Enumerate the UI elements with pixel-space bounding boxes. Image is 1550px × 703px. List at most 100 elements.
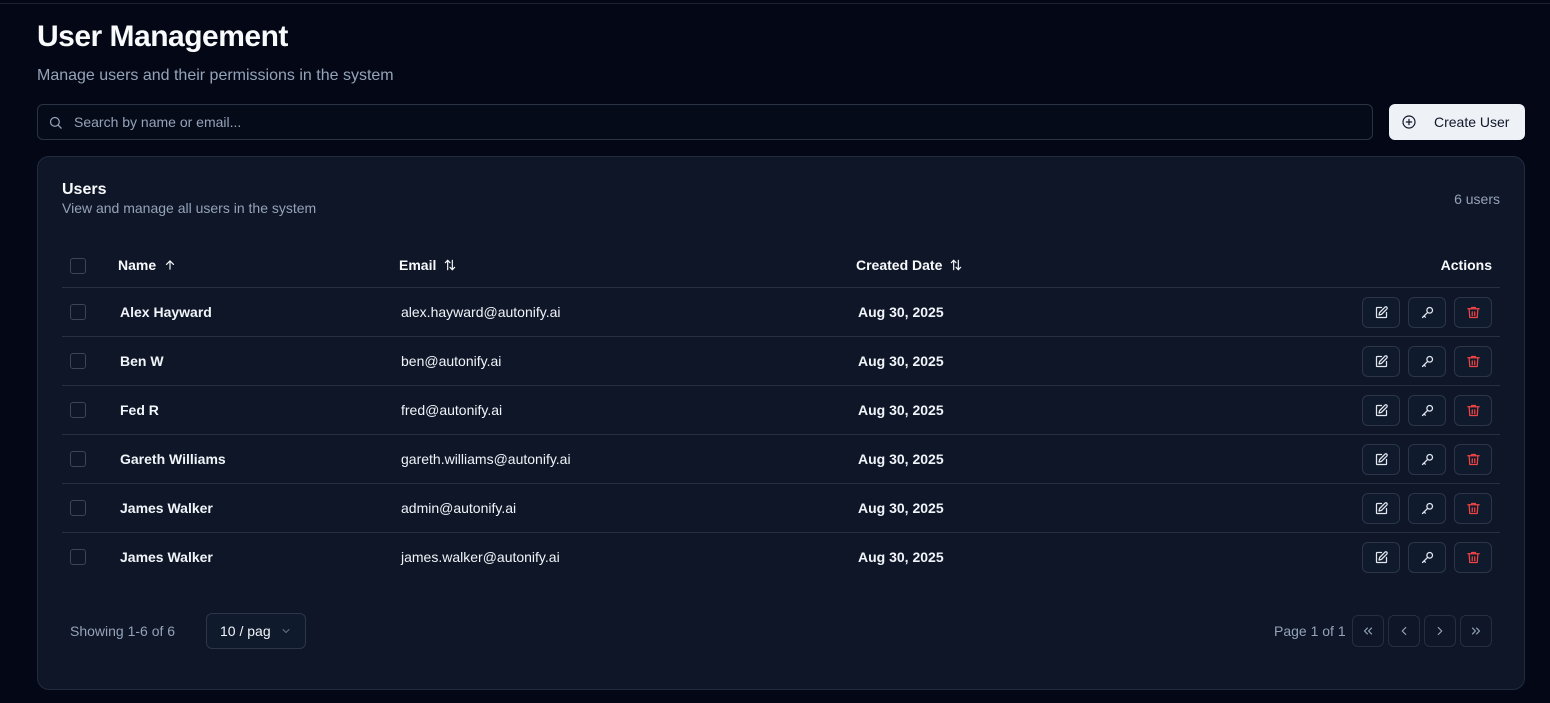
- row-checkbox[interactable]: [70, 549, 86, 565]
- last-page-button[interactable]: [1460, 615, 1492, 647]
- pagination: [1352, 615, 1492, 647]
- key-icon: [1421, 453, 1433, 466]
- row-checkbox[interactable]: [70, 402, 86, 418]
- row-actions: [1362, 297, 1492, 328]
- chevrons-left-icon: [1363, 627, 1373, 635]
- user-email: alex.hayward@autonify.ai: [401, 304, 561, 320]
- row-actions: [1362, 493, 1492, 524]
- page-size-select[interactable]: 10 / page: [206, 613, 306, 649]
- user-created-date: Aug 30, 2025: [858, 402, 944, 418]
- user-email: ben@autonify.ai: [401, 353, 502, 369]
- edit-user-button[interactable]: [1362, 346, 1400, 377]
- row-checkbox[interactable]: [70, 353, 86, 369]
- next-page-button[interactable]: [1424, 615, 1456, 647]
- reset-password-button[interactable]: [1408, 444, 1446, 475]
- delete-user-button[interactable]: [1454, 542, 1492, 573]
- create-user-button[interactable]: Create User: [1389, 104, 1525, 140]
- edit-user-button[interactable]: [1362, 444, 1400, 475]
- row-actions: [1362, 346, 1492, 377]
- showing-count: Showing 1-6 of 6: [70, 623, 176, 639]
- delete-user-button[interactable]: [1454, 346, 1492, 377]
- trash-icon: [1466, 306, 1480, 319]
- trash-icon: [1466, 502, 1480, 515]
- trash-icon: [1466, 551, 1480, 564]
- user-name: Alex Hayward: [120, 304, 212, 320]
- edit-user-button[interactable]: [1362, 542, 1400, 573]
- key-icon: [1421, 502, 1433, 515]
- edit-icon: [1375, 551, 1388, 564]
- user-name: Fed R: [120, 402, 159, 418]
- table-row: Alex Hayward alex.hayward@autonify.ai Aug …: [62, 288, 1500, 337]
- user-created-date: Aug 30, 2025: [858, 451, 944, 467]
- key-icon: [1421, 306, 1433, 319]
- table-row: Gareth Williams gareth.williams@autonify.…: [62, 435, 1500, 484]
- search-input[interactable]: [74, 114, 1372, 130]
- trash-icon: [1466, 355, 1480, 368]
- user-email: admin@autonify.ai: [401, 500, 517, 516]
- user-count: 6 users: [1454, 191, 1500, 207]
- delete-user-button[interactable]: [1454, 395, 1492, 426]
- first-page-button[interactable]: [1352, 615, 1384, 647]
- edit-user-button[interactable]: [1362, 297, 1400, 328]
- user-name: Ben W: [120, 353, 164, 369]
- chevron-left-icon: [1401, 626, 1407, 636]
- select-all-checkbox[interactable]: [70, 258, 86, 274]
- chevron-down-icon: [282, 629, 290, 633]
- user-name: James Walker: [120, 549, 213, 565]
- user-email: james.walker@autonify.ai: [401, 549, 560, 565]
- key-icon: [1421, 404, 1433, 417]
- create-user-label: Create User: [1434, 114, 1510, 130]
- row-checkbox[interactable]: [70, 451, 86, 467]
- row-checkbox[interactable]: [70, 500, 86, 516]
- page-info: Page 1 of 1: [1274, 623, 1346, 639]
- trash-icon: [1466, 404, 1480, 417]
- column-created-label: Created Date: [856, 257, 943, 273]
- edit-user-button[interactable]: [1362, 395, 1400, 426]
- page-subtitle: Manage users and their permissions in th…: [37, 67, 394, 84]
- sort-toggle-icon: [445, 259, 456, 271]
- search-box[interactable]: [37, 104, 1373, 140]
- edit-icon: [1375, 404, 1388, 417]
- previous-page-button[interactable]: [1388, 615, 1420, 647]
- edit-icon: [1375, 355, 1388, 368]
- row-actions: [1362, 542, 1492, 573]
- row-checkbox[interactable]: [70, 304, 86, 320]
- user-email: fred@autonify.ai: [401, 402, 503, 418]
- reset-password-button[interactable]: [1408, 395, 1446, 426]
- reset-password-button[interactable]: [1408, 542, 1446, 573]
- user-created-date: Aug 30, 2025: [858, 500, 944, 516]
- card-description: View and manage all users in the system: [62, 200, 317, 216]
- card-title: Users: [62, 181, 107, 198]
- user-created-date: Aug 30, 2025: [858, 549, 944, 565]
- sort-ascending-icon: [166, 260, 175, 270]
- edit-icon: [1375, 502, 1388, 515]
- delete-user-button[interactable]: [1454, 297, 1492, 328]
- search-icon: [49, 116, 62, 129]
- column-email-label: Email: [399, 257, 437, 273]
- trash-icon: [1466, 453, 1480, 466]
- user-name: Gareth Williams: [120, 451, 226, 467]
- table-row: James Walker james.walker@autonify.ai Aug …: [62, 533, 1500, 582]
- reset-password-button[interactable]: [1408, 346, 1446, 377]
- row-actions: [1362, 395, 1492, 426]
- table-row: Fed R fred@autonify.ai Aug 30, 2025: [62, 386, 1500, 435]
- user-created-date: Aug 30, 2025: [858, 304, 944, 320]
- users-table: Name Email Created Date Actions Alex Hay…: [62, 243, 1500, 582]
- page-size-value: 10 / page: [220, 623, 270, 639]
- column-header-name[interactable]: Name: [118, 257, 177, 273]
- user-created-date: Aug 30, 2025: [858, 353, 944, 369]
- delete-user-button[interactable]: [1454, 444, 1492, 475]
- edit-icon: [1375, 453, 1388, 466]
- reset-password-button[interactable]: [1408, 493, 1446, 524]
- user-name: James Walker: [120, 500, 213, 516]
- column-header-created-date[interactable]: Created Date: [856, 257, 963, 273]
- reset-password-button[interactable]: [1408, 297, 1446, 328]
- edit-user-button[interactable]: [1362, 493, 1400, 524]
- page-title: User Management: [37, 20, 288, 53]
- table-header: Name Email Created Date Actions: [62, 243, 1500, 288]
- column-header-email[interactable]: Email: [399, 257, 457, 273]
- user-email: gareth.williams@autonify.ai: [401, 451, 571, 467]
- sort-toggle-icon: [951, 259, 962, 271]
- users-card: Users View and manage all users in the s…: [37, 156, 1525, 690]
- delete-user-button[interactable]: [1454, 493, 1492, 524]
